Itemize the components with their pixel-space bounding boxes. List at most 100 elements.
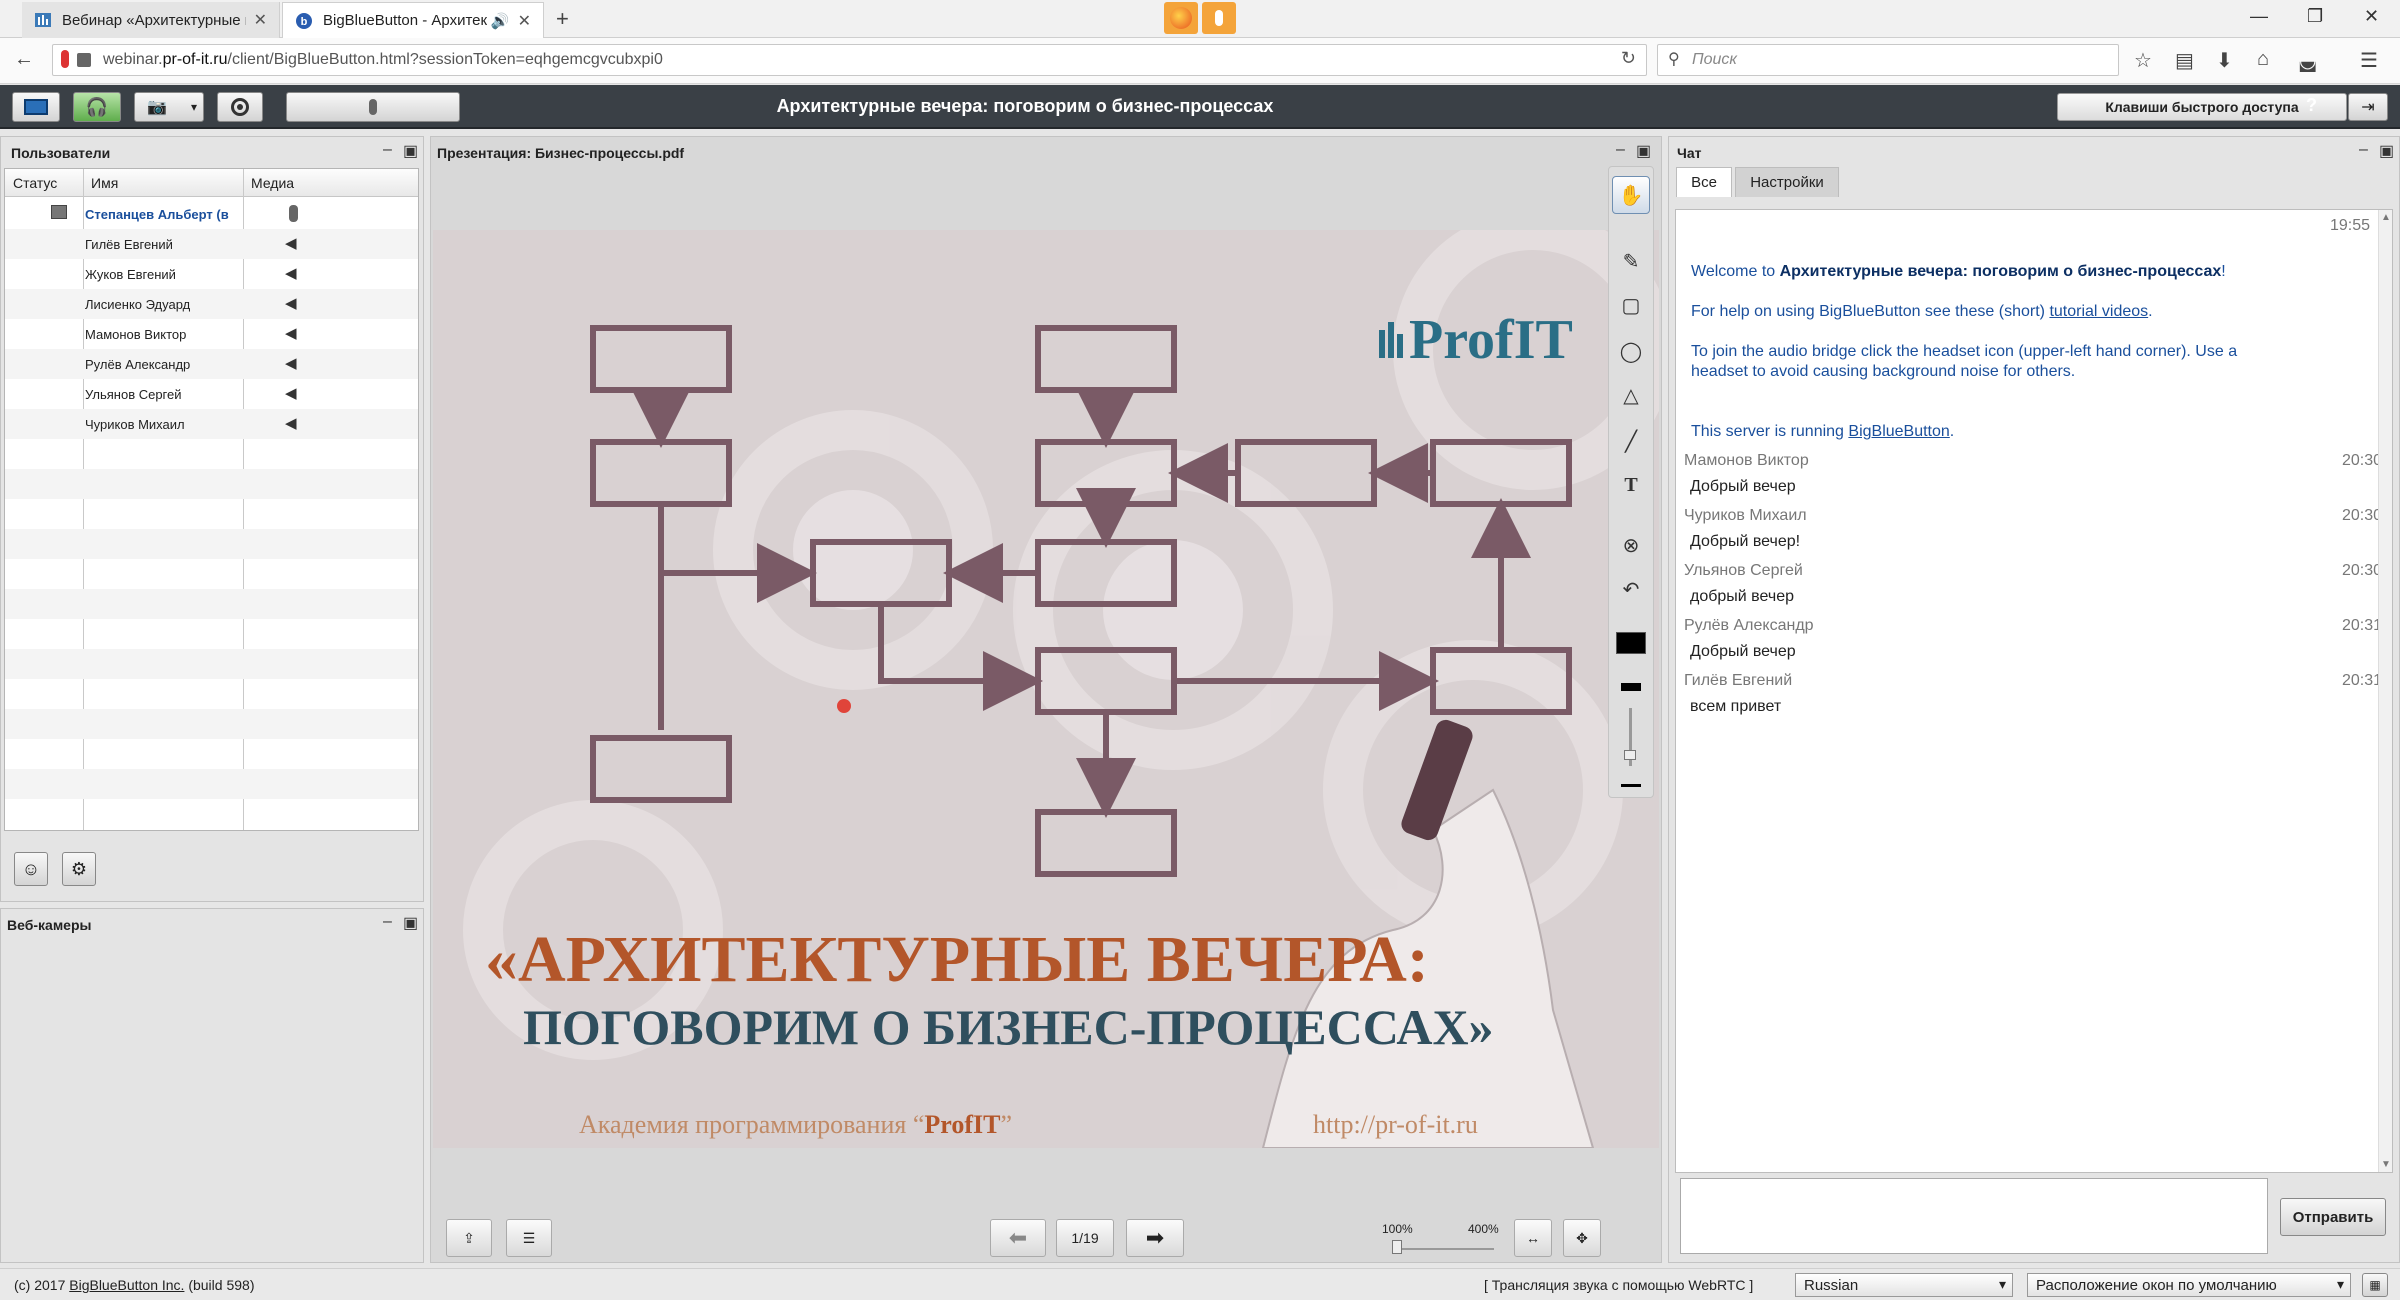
download-icon[interactable]: ⬇ (2216, 48, 2233, 73)
hotkeys-button[interactable]: Клавиши быстрого доступа (2057, 93, 2347, 121)
scroll-down-icon[interactable]: ▼ (2381, 1159, 2391, 1170)
layout-select[interactable]: Расположение окон по умолчанию (2027, 1273, 2351, 1297)
minimize-panel-icon[interactable]: – (383, 913, 392, 931)
bbb-favicon-icon: b (296, 12, 312, 29)
bigbluebutton-link[interactable]: BigBlueButton (1848, 423, 1949, 440)
chat-sender: Рулёв Александр (1684, 617, 1814, 634)
address-bar[interactable]: webinar. pr-of-it.ru/client/BigBlueButton… (52, 44, 1647, 76)
bbb-toolbar: 🎧 📷 ▾ Архитектурные вечера: поговорим о … (0, 85, 2400, 129)
tutorial-videos-link[interactable]: tutorial videos (2049, 303, 2148, 320)
color-picker[interactable] (1612, 624, 1650, 662)
maximize-panel-icon[interactable]: ▣ (1636, 141, 1651, 161)
speaker-icon[interactable]: ◀ (285, 264, 297, 282)
language-select[interactable]: Russian (1795, 1273, 2013, 1297)
pocket-icon[interactable]: ◛ (2298, 48, 2317, 73)
user-row[interactable]: Лисиенко Эдуард ◀ (5, 289, 418, 319)
speaker-icon[interactable]: ◀ (285, 234, 297, 252)
page-indicator[interactable]: 1/19 (1056, 1219, 1114, 1257)
reading-list-icon[interactable]: ▤ (2175, 48, 2194, 73)
home-icon[interactable]: ⌂ (2257, 48, 2269, 71)
slide-heading-2: ПОГОВОРИМ О БИЗНЕС-ПРОЦЕССАХ» (523, 999, 1494, 1055)
user-row-presenter[interactable]: Степанцев Альберт (в (5, 199, 418, 229)
line-tool[interactable]: ╱ (1612, 422, 1650, 460)
chat-tab-all[interactable]: Все (1676, 167, 1732, 197)
column-header-media[interactable]: Медиа (243, 169, 418, 197)
speaker-icon[interactable]: ◀ (285, 354, 297, 372)
user-row[interactable]: Мамонов Виктор ◀ (5, 319, 418, 349)
logout-button[interactable]: ⇥ (2348, 93, 2388, 121)
minimize-window-button[interactable]: — (2250, 6, 2268, 27)
reload-icon[interactable]: ↻ (1621, 48, 1636, 69)
url-path: /client/BigBlueButton.html?sessionToken=… (227, 51, 663, 68)
back-arrow-icon[interactable]: ← (14, 48, 34, 71)
speaker-icon[interactable]: ◀ (285, 384, 297, 402)
thickness-slider-handle[interactable] (1624, 750, 1636, 760)
close-window-button[interactable]: ✕ (2364, 6, 2379, 27)
close-tab-icon[interactable]: ✕ (518, 11, 531, 31)
fit-width-button[interactable]: ↔ (1514, 1219, 1552, 1257)
undo-icon[interactable]: ↶ (1612, 570, 1650, 608)
pan-hand-tool[interactable]: ✋ (1612, 176, 1650, 214)
audio-playing-icon[interactable]: 🔊 (491, 12, 510, 30)
chat-messages[interactable]: 19:55 Welcome to Архитектурные вечера: п… (1675, 209, 2393, 1173)
triangle-tool[interactable]: △ (1612, 376, 1650, 414)
audio-hint-message: To join the audio bridge click the heads… (1691, 343, 2238, 380)
apply-layout-button[interactable]: ▦ (2362, 1273, 2388, 1297)
ellipse-tool[interactable]: ◯ (1612, 332, 1650, 370)
minimize-panel-icon[interactable]: – (2359, 141, 2368, 159)
user-row[interactable]: Гилёв Евгений ◀ (5, 229, 418, 259)
page-info-icon[interactable] (77, 53, 91, 67)
user-name: Степанцев Альберт (в (85, 207, 229, 222)
user-row[interactable]: Жуков Евгений ◀ (5, 259, 418, 289)
gear-icon: ⚙ (70, 858, 88, 879)
zoom-slider[interactable] (1394, 1248, 1494, 1250)
browser-tab-webinar[interactable]: Вебинар «Архитектурные в ✕ (22, 2, 280, 38)
user-row[interactable]: Ульянов Сергей ◀ (5, 379, 418, 409)
chat-text: Добрый вечер (1690, 643, 1796, 660)
close-tab-icon[interactable]: ✕ (254, 10, 267, 30)
speaker-icon[interactable]: ◀ (285, 414, 297, 432)
pencil-tool[interactable]: ✎ (1612, 242, 1650, 280)
chat-sender: Мамонов Виктор (1684, 452, 1809, 469)
upload-presentation-button[interactable]: ⇪ (446, 1219, 492, 1257)
user-name: Ульянов Сергей (85, 387, 182, 402)
previous-slide-button[interactable]: ⬅ (990, 1219, 1046, 1257)
send-button[interactable]: Отправить (2280, 1198, 2386, 1236)
user-row[interactable]: Рулёв Александр ◀ (5, 349, 418, 379)
browser-tab-bbb[interactable]: b BigBlueButton - Архитек 🔊 ✕ (282, 2, 544, 38)
maximize-panel-icon[interactable]: ▣ (403, 141, 418, 161)
help-button[interactable]: ? (2306, 95, 2317, 116)
search-input[interactable]: ⚲ Поиск (1657, 44, 2119, 76)
text-tool[interactable]: T (1612, 466, 1650, 504)
poll-button[interactable]: ☰ (506, 1219, 552, 1257)
clear-board-icon[interactable]: ⊗ (1612, 526, 1650, 564)
mic-permission-icon[interactable] (61, 50, 69, 68)
presentation-slide[interactable]: ProfIT «АРХИТЕКТУРНЫЕ ВЕЧЕРА: ПОГОВОРИМ … (433, 230, 1659, 1148)
user-row[interactable]: Чуриков Михаил ◀ (5, 409, 418, 439)
rectangle-tool[interactable]: ▢ (1612, 286, 1650, 324)
bookmark-star-icon[interactable]: ☆ (2134, 48, 2152, 73)
minimize-panel-icon[interactable]: – (383, 141, 392, 159)
scroll-up-icon[interactable]: ▲ (2381, 212, 2391, 223)
menu-icon[interactable]: ☰ (2360, 48, 2378, 73)
speaker-icon[interactable]: ◀ (285, 294, 297, 312)
chat-scrollbar[interactable]: ▲ ▼ (2378, 210, 2392, 1172)
users-settings-button[interactable]: ⚙ (62, 852, 96, 886)
user-name: Мамонов Виктор (85, 327, 187, 342)
chat-tab-settings[interactable]: Настройки (1735, 167, 1839, 197)
chat-input[interactable] (1680, 1178, 2268, 1254)
maximize-panel-icon[interactable]: ▣ (403, 913, 418, 933)
next-slide-button[interactable]: ➡ (1126, 1219, 1184, 1257)
webcams-panel: Веб-камеры – ▣ (0, 908, 424, 1263)
bbb-inc-link[interactable]: BigBlueButton Inc. (69, 1277, 184, 1293)
emoji-status-button[interactable]: ☺ (14, 852, 48, 886)
column-header-status[interactable]: Статус (5, 169, 83, 197)
speaker-icon[interactable]: ◀ (285, 324, 297, 342)
new-tab-button[interactable]: + (556, 6, 569, 32)
restore-window-button[interactable]: ❐ (2307, 6, 2323, 27)
minimize-panel-icon[interactable]: – (1616, 141, 1625, 159)
maximize-panel-icon[interactable]: ▣ (2379, 141, 2394, 161)
zoom-slider-handle[interactable] (1392, 1240, 1402, 1254)
column-header-name[interactable]: Имя (83, 169, 243, 197)
fit-page-button[interactable]: ✥ (1563, 1219, 1601, 1257)
